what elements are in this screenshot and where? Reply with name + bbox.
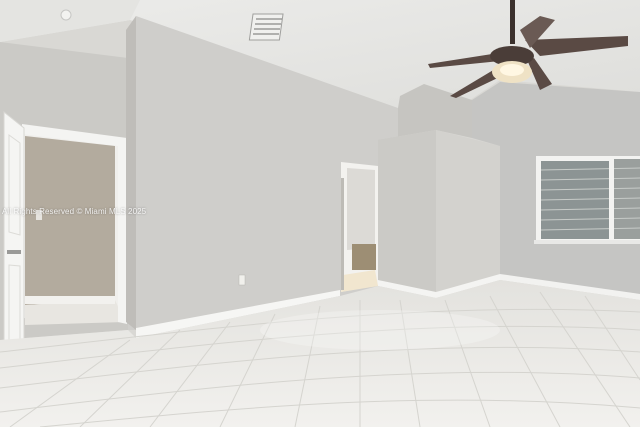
room-photo: All Rights Reserved © Miami MLS 2025: [0, 0, 640, 427]
pillar-side: [436, 130, 500, 296]
center-doorway-frame: [341, 178, 344, 290]
ceiling-vent: [248, 13, 284, 41]
open-door[interactable]: [3, 110, 25, 373]
window-glass: [614, 159, 640, 239]
floor-reflection: [260, 310, 500, 350]
wall-outlet: [238, 274, 246, 286]
fan-light-glow: [500, 64, 524, 76]
hallway-wall: [25, 136, 115, 305]
door-handle[interactable]: [7, 250, 21, 254]
window-mullion: [609, 156, 614, 244]
ceiling-slope-left: [0, 0, 140, 42]
pillar-front: [378, 130, 436, 296]
smoke-detector: [60, 9, 72, 21]
center-doorway-inner: [347, 168, 375, 250]
fan-downrod: [510, 0, 515, 44]
watermark-text: All Rights Reserved © Miami MLS 2025: [2, 207, 147, 216]
window-sill: [534, 240, 640, 244]
center-wall-shadow: [126, 16, 136, 330]
center-doorway-cabinet: [352, 244, 376, 270]
hallway-baseboard: [25, 296, 115, 304]
